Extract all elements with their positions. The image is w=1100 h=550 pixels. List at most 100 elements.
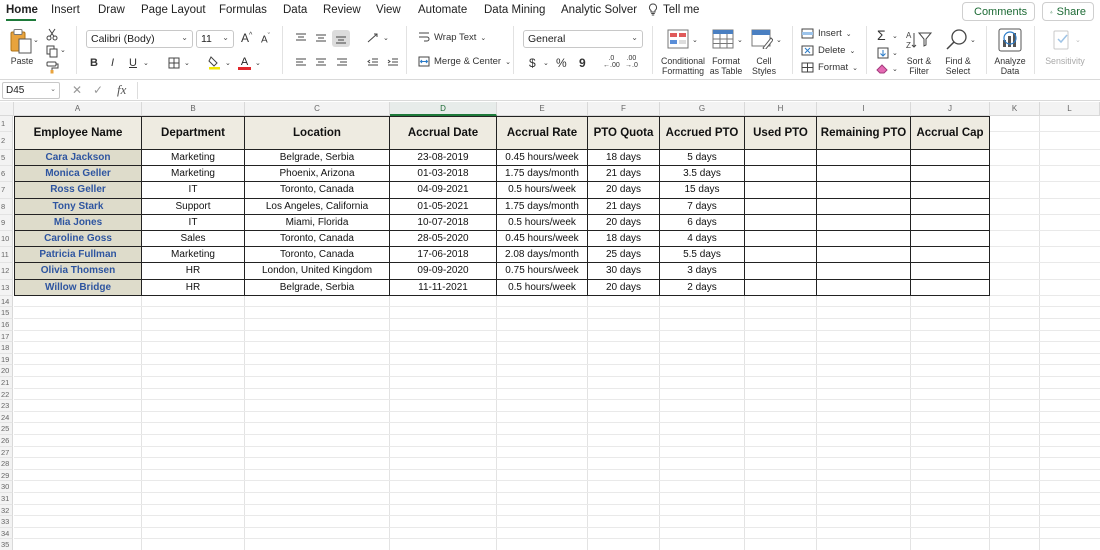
row-header-31[interactable]: 31 bbox=[0, 493, 13, 505]
format-as-table-button[interactable]: Format as Table bbox=[706, 56, 746, 76]
number-format-select[interactable]: General ⌄ bbox=[523, 30, 643, 48]
table-cell[interactable]: 1.75 days/month bbox=[497, 198, 588, 215]
format-cells-button[interactable]: Format ⌄ bbox=[801, 62, 858, 73]
increase-indent-icon[interactable] bbox=[386, 57, 399, 69]
table-cell[interactable] bbox=[911, 247, 990, 264]
table-header-cell[interactable]: Accrued PTO bbox=[660, 116, 745, 150]
row-header-25[interactable]: 25 bbox=[0, 423, 13, 435]
table-cell[interactable] bbox=[745, 198, 817, 215]
table-cell[interactable] bbox=[817, 166, 911, 183]
text-orientation-icon[interactable] bbox=[366, 31, 381, 45]
table-cell[interactable]: Miami, Florida bbox=[245, 214, 390, 231]
tell-me-search[interactable]: Tell me bbox=[648, 3, 699, 16]
formula-input[interactable] bbox=[137, 82, 1097, 99]
row-header-26[interactable]: 26 bbox=[0, 435, 13, 447]
tab-insert[interactable]: Insert bbox=[51, 4, 80, 16]
table-header-cell[interactable]: Used PTO bbox=[745, 116, 817, 150]
table-cell[interactable]: 01-05-2021 bbox=[390, 198, 497, 215]
row-header-17[interactable]: 17 bbox=[0, 330, 13, 343]
table-cell[interactable]: 20 days bbox=[588, 214, 660, 231]
row-header-6[interactable]: 6 bbox=[0, 166, 13, 183]
table-cell[interactable]: 7 days bbox=[660, 198, 745, 215]
table-cell[interactable]: 04-09-2021 bbox=[390, 182, 497, 199]
align-middle-icon[interactable] bbox=[314, 32, 327, 44]
table-cell[interactable]: Marketing bbox=[142, 166, 245, 183]
row-header-7[interactable]: 7 bbox=[0, 182, 13, 199]
row-header-27[interactable]: 27 bbox=[0, 446, 13, 459]
copy-icon[interactable] bbox=[45, 44, 59, 58]
tab-review[interactable]: Review bbox=[323, 4, 361, 16]
table-cell[interactable]: 23-08-2019 bbox=[390, 150, 497, 167]
italic-button[interactable]: I bbox=[111, 57, 114, 69]
table-cell[interactable]: HR bbox=[142, 279, 245, 296]
table-cell[interactable] bbox=[745, 214, 817, 231]
table-cell[interactable]: Belgrade, Serbia bbox=[245, 150, 390, 167]
cell-styles-icon[interactable] bbox=[750, 28, 774, 50]
table-cell[interactable] bbox=[745, 247, 817, 264]
table-cell[interactable]: 0.45 hours/week bbox=[497, 231, 588, 248]
table-cell[interactable] bbox=[745, 231, 817, 248]
find-select-icon[interactable] bbox=[944, 27, 970, 53]
column-header-b[interactable]: B bbox=[142, 102, 245, 116]
column-header-g[interactable]: G bbox=[660, 102, 745, 116]
table-cell[interactable]: 25 days bbox=[588, 247, 660, 264]
sort-filter-button[interactable]: Sort & Filter bbox=[903, 56, 935, 76]
analyze-data-button[interactable]: Analyze Data bbox=[992, 56, 1028, 76]
format-painter-icon[interactable] bbox=[45, 60, 59, 74]
table-cell[interactable]: 2 days bbox=[660, 279, 745, 296]
table-cell[interactable] bbox=[745, 182, 817, 199]
select-all-corner[interactable] bbox=[0, 102, 14, 116]
row-header-19[interactable]: 19 bbox=[0, 353, 13, 366]
row-header-21[interactable]: 21 bbox=[0, 377, 13, 389]
table-cell[interactable] bbox=[817, 247, 911, 264]
tab-analytic-solver[interactable]: Analytic Solver bbox=[561, 4, 637, 16]
table-header-cell[interactable]: Remaining PTO bbox=[817, 116, 911, 150]
table-cell[interactable]: 0.5 hours/week bbox=[497, 214, 588, 231]
insert-cells-button[interactable]: Insert ⌄ bbox=[801, 28, 852, 39]
currency-button[interactable]: $ bbox=[529, 56, 536, 70]
orientation-dropdown-chevron-icon[interactable]: ⌄ bbox=[383, 34, 389, 44]
fill-color-dropdown-chevron-icon[interactable]: ⌄ bbox=[225, 59, 231, 69]
tab-data[interactable]: Data bbox=[283, 4, 307, 16]
currency-dropdown-chevron-icon[interactable]: ⌄ bbox=[543, 59, 549, 69]
row-header-22[interactable]: 22 bbox=[0, 388, 13, 401]
employee-name-cell[interactable]: Olivia Thomsen bbox=[14, 263, 142, 280]
table-cell[interactable] bbox=[817, 214, 911, 231]
wrap-text-button[interactable]: Wrap Text ⌄ bbox=[418, 32, 486, 43]
column-header-i[interactable]: I bbox=[817, 102, 911, 116]
tab-data-mining[interactable]: Data Mining bbox=[484, 4, 545, 16]
row-header-24[interactable]: 24 bbox=[0, 411, 13, 424]
row-header-8[interactable]: 8 bbox=[0, 198, 13, 215]
table-cell[interactable]: Belgrade, Serbia bbox=[245, 279, 390, 296]
table-cell[interactable]: 18 days bbox=[588, 231, 660, 248]
table-cell[interactable]: HR bbox=[142, 263, 245, 280]
table-cell[interactable]: 28-05-2020 bbox=[390, 231, 497, 248]
fill-chevron-icon[interactable]: ⌄ bbox=[892, 49, 898, 59]
name-box[interactable]: D45 ⌄ bbox=[2, 82, 60, 99]
table-cell[interactable]: London, United Kingdom bbox=[245, 263, 390, 280]
table-cell[interactable]: IT bbox=[142, 214, 245, 231]
font-size-select[interactable]: 11 ⌄ bbox=[196, 30, 234, 48]
table-cell[interactable]: 6 days bbox=[660, 214, 745, 231]
row-header-5[interactable]: 5 bbox=[0, 150, 13, 167]
table-cell[interactable]: 5 days bbox=[660, 150, 745, 167]
table-header-cell[interactable]: Employee Name bbox=[14, 116, 142, 150]
table-cell[interactable] bbox=[911, 214, 990, 231]
table-cell[interactable]: 4 days bbox=[660, 231, 745, 248]
paste-dropdown-chevron-icon[interactable]: ⌄ bbox=[33, 36, 39, 46]
table-header-cell[interactable]: PTO Quota bbox=[588, 116, 660, 150]
table-cell[interactable] bbox=[911, 182, 990, 199]
row-header-18[interactable]: 18 bbox=[0, 342, 13, 354]
row-header-32[interactable]: 32 bbox=[0, 504, 13, 517]
row-header-20[interactable]: 20 bbox=[0, 365, 13, 377]
column-header-a[interactable]: A bbox=[14, 102, 142, 116]
tab-automate[interactable]: Automate bbox=[418, 4, 467, 16]
table-cell[interactable]: 0.5 hours/week bbox=[497, 279, 588, 296]
table-cell[interactable]: 0.45 hours/week bbox=[497, 150, 588, 167]
employee-name-cell[interactable]: Monica Geller bbox=[14, 166, 142, 183]
align-center-icon[interactable] bbox=[314, 57, 327, 69]
table-cell[interactable]: 20 days bbox=[588, 279, 660, 296]
align-right-icon[interactable] bbox=[335, 57, 348, 69]
row-header-11[interactable]: 11 bbox=[0, 247, 13, 264]
decrease-decimal-button[interactable]: .00 →.0 bbox=[625, 55, 638, 69]
